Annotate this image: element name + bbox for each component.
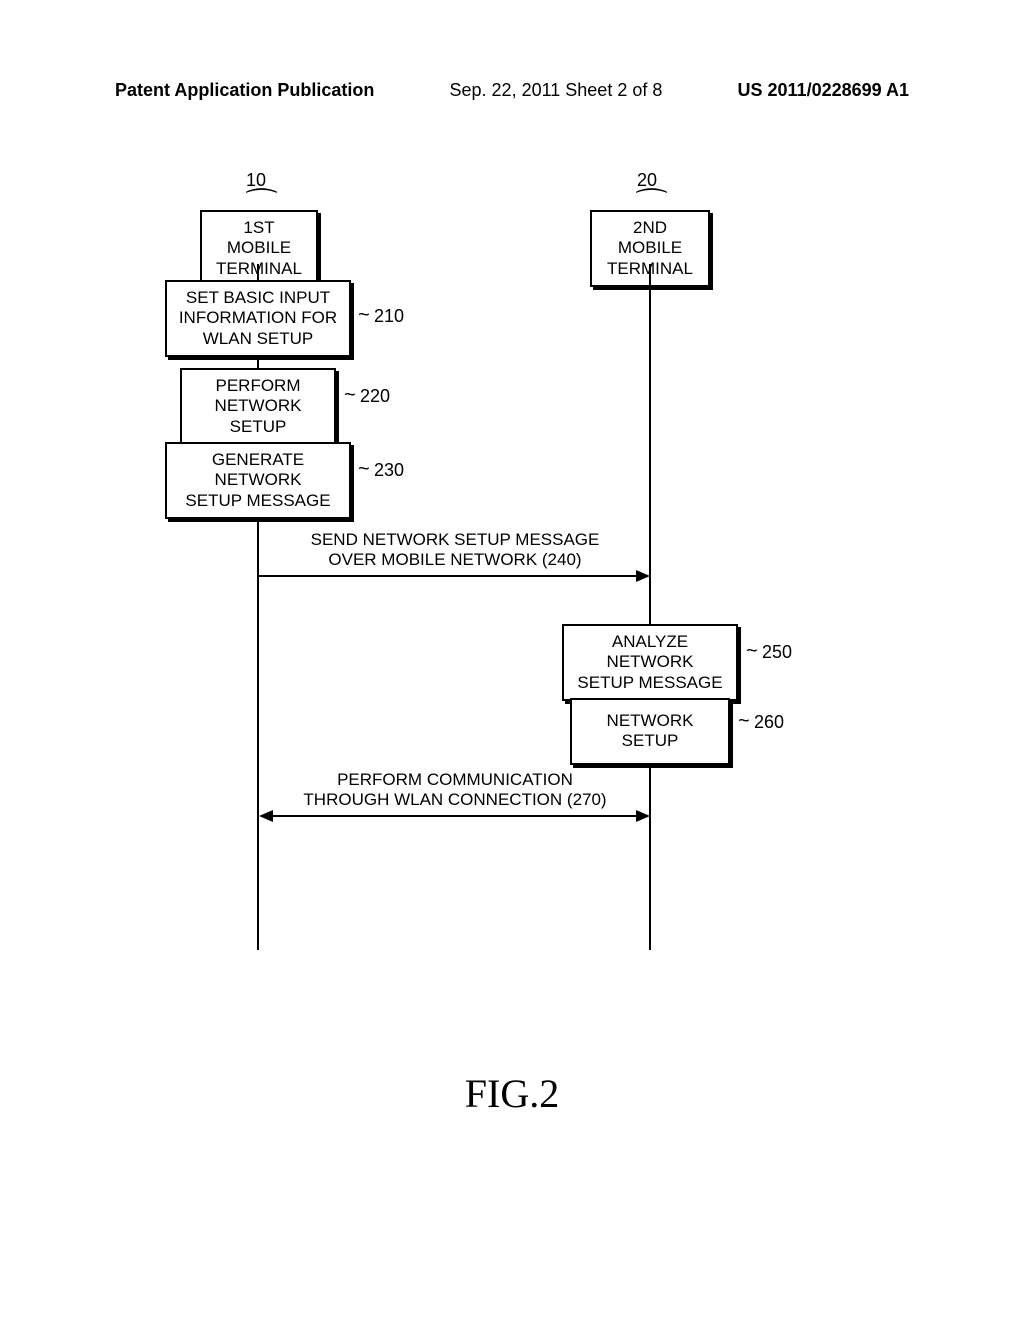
arrow-240-line: [259, 575, 639, 577]
header-center: Sep. 22, 2011 Sheet 2 of 8: [450, 80, 663, 101]
lifeline-1-d: [257, 496, 259, 950]
tilde-icon: ~: [746, 640, 758, 663]
ref-260: 260: [754, 712, 784, 733]
terminal-1: 1ST MOBILE TERMINAL: [200, 210, 318, 287]
lifeline-1: [257, 264, 259, 280]
step-250: ANALYZE NETWORK SETUP MESSAGE: [562, 624, 738, 701]
step-210: SET BASIC INPUT INFORMATION FOR WLAN SET…: [165, 280, 351, 357]
tilde-icon: ~: [358, 304, 370, 327]
header-right: US 2011/0228699 A1: [738, 80, 909, 101]
step-230-label: GENERATE NETWORK SETUP MESSAGE: [185, 450, 330, 510]
sequence-diagram: 10 ⏜ 20 ⏜ 1ST MOBILE TERMINAL 2ND MOBILE…: [0, 160, 1024, 1060]
ref-220: 220: [360, 386, 390, 407]
arrow-left-icon: [259, 810, 273, 822]
step-210-label: SET BASIC INPUT INFORMATION FOR WLAN SET…: [179, 288, 337, 348]
msg-240: SEND NETWORK SETUP MESSAGE OVER MOBILE N…: [300, 530, 610, 571]
page-header: Patent Application Publication Sep. 22, …: [0, 80, 1024, 101]
ref-250: 250: [762, 642, 792, 663]
step-260-label: NETWORK SETUP: [607, 711, 694, 750]
step-260: NETWORK SETUP: [570, 698, 730, 765]
ref-230: 230: [374, 460, 404, 481]
arrow-right-icon: [636, 810, 650, 822]
arrow-right-icon: [636, 570, 650, 582]
step-220: PERFORM NETWORK SETUP: [180, 368, 336, 445]
figure-label: FIG.2: [0, 1070, 1024, 1117]
tilde-icon: ~: [738, 710, 750, 733]
msg-270: PERFORM COMMUNICATION THROUGH WLAN CONNE…: [295, 770, 615, 811]
terminal-1-label: 1ST MOBILE TERMINAL: [216, 218, 302, 278]
arrow-270-line: [270, 815, 638, 817]
header-left: Patent Application Publication: [115, 80, 374, 101]
step-230: GENERATE NETWORK SETUP MESSAGE: [165, 442, 351, 519]
tilde-icon: ~: [344, 384, 356, 407]
step-250-label: ANALYZE NETWORK SETUP MESSAGE: [577, 632, 722, 692]
step-220-label: PERFORM NETWORK SETUP: [215, 376, 302, 436]
ref-210: 210: [374, 306, 404, 327]
tilde-icon: ~: [358, 458, 370, 481]
lifeline-2-c: [649, 742, 651, 950]
